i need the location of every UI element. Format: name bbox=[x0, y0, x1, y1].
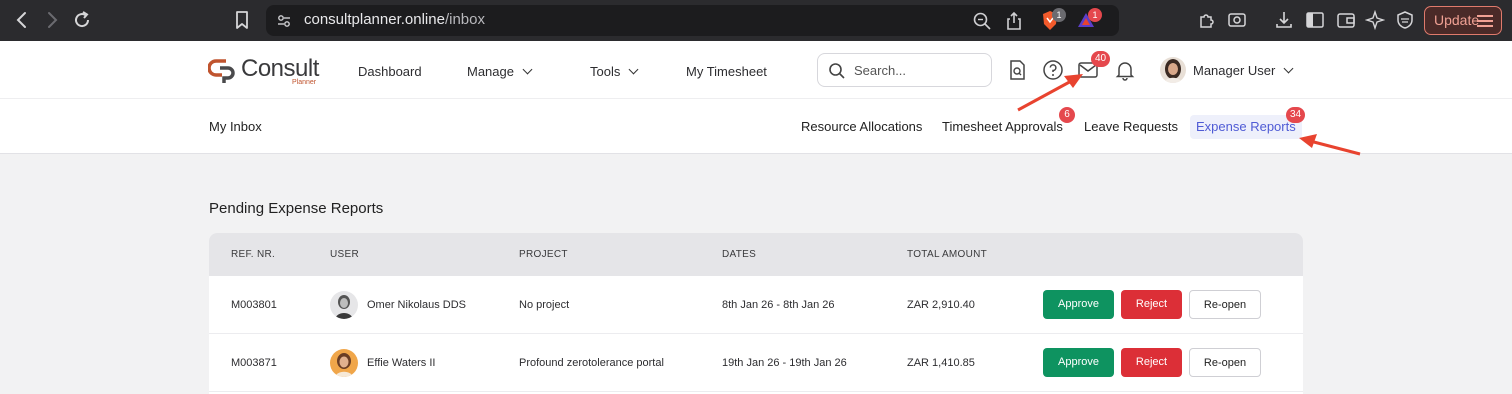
tab-timesheet-label: Timesheet Approvals bbox=[942, 119, 1063, 134]
cell-amount: ZAR 1,410.85 bbox=[907, 357, 975, 369]
logo-subtext: Planner bbox=[292, 79, 317, 86]
cell-ref: M003801 bbox=[231, 299, 277, 311]
address-bar[interactable]: consultplanner.online/inbox 1 1 bbox=[266, 5, 1119, 36]
reload-icon[interactable] bbox=[70, 8, 94, 32]
cell-amount: ZAR 2,910.40 bbox=[907, 299, 975, 311]
search-box[interactable] bbox=[817, 53, 992, 87]
nav-manage[interactable]: Manage bbox=[467, 64, 533, 79]
chevron-down-icon bbox=[628, 64, 639, 75]
browser-toolbar: consultplanner.online/inbox 1 1 Update bbox=[0, 0, 1512, 41]
tab-expense-label: Expense Reports bbox=[1196, 119, 1296, 134]
reject-button[interactable]: Reject bbox=[1121, 348, 1182, 377]
cell-project: Profound zerotolerance portal bbox=[519, 357, 664, 369]
bell-icon[interactable] bbox=[1114, 59, 1136, 81]
timesheet-badge: 6 bbox=[1059, 107, 1075, 123]
update-label: Update bbox=[1434, 12, 1480, 28]
reject-button[interactable]: Reject bbox=[1121, 290, 1182, 319]
cell-dates: 19th Jan 26 - 19th Jan 26 bbox=[722, 357, 847, 369]
cell-user: Omer Nikolaus DDS bbox=[367, 299, 467, 311]
chevron-down-icon bbox=[1283, 63, 1294, 74]
app-header: Consult Planner Dashboard Manage Tools M… bbox=[0, 41, 1512, 99]
table-header: REF. NR. USER PROJECT DATES TOTAL AMOUNT bbox=[209, 233, 1303, 276]
approve-button[interactable]: Approve bbox=[1043, 348, 1114, 377]
tab-leave-requests[interactable]: Leave Requests bbox=[1084, 119, 1178, 134]
help-icon[interactable] bbox=[1042, 59, 1064, 81]
tab-leave-label: Leave Requests bbox=[1084, 119, 1178, 134]
logo[interactable]: Consult Planner bbox=[208, 55, 328, 86]
reopen-button[interactable]: Re-open bbox=[1189, 348, 1261, 377]
expense-badge: 34 bbox=[1286, 107, 1306, 123]
consult-logo-icon bbox=[208, 59, 235, 83]
reopen-button[interactable]: Re-open bbox=[1189, 290, 1261, 319]
cell-user: Effie Waters II bbox=[367, 357, 436, 369]
wallet-icon[interactable] bbox=[1336, 10, 1356, 30]
menu-icon bbox=[1477, 15, 1493, 27]
user-avatar bbox=[330, 291, 358, 319]
brave-badge: 1 bbox=[1052, 8, 1066, 22]
brave-shields-icon[interactable]: 1 bbox=[1040, 8, 1066, 30]
tab-expense-reports[interactable]: Expense Reports 34 bbox=[1190, 107, 1306, 139]
cell-project: No project bbox=[519, 299, 570, 311]
update-button[interactable]: Update bbox=[1424, 6, 1502, 35]
leo-ai-icon[interactable] bbox=[1364, 9, 1386, 31]
site-settings-icon[interactable] bbox=[276, 13, 292, 29]
url-host: consultplanner.online bbox=[304, 11, 445, 28]
tab-resource-allocations[interactable]: Resource Allocations bbox=[801, 119, 922, 134]
url-text: consultplanner.online/inbox bbox=[304, 11, 485, 28]
search-icon bbox=[828, 62, 846, 80]
bookmark-icon[interactable] bbox=[232, 9, 252, 31]
header-dates: DATES bbox=[722, 249, 757, 260]
section-title: Pending Expense Reports bbox=[209, 200, 384, 217]
sidebar-icon[interactable] bbox=[1305, 10, 1325, 30]
download-icon[interactable] bbox=[1274, 10, 1294, 30]
cell-ref: M003871 bbox=[231, 357, 277, 369]
nav-dashboard[interactable]: Dashboard bbox=[358, 64, 422, 79]
share-icon[interactable] bbox=[1004, 11, 1024, 31]
table-row: M003871 Effie Waters II Profound zerotol… bbox=[209, 334, 1303, 392]
rewards-badge: 1 bbox=[1088, 8, 1102, 22]
brave-rewards-icon[interactable]: 1 bbox=[1076, 8, 1102, 30]
screenshot-icon[interactable] bbox=[1227, 10, 1247, 30]
mail-badge: 40 bbox=[1091, 51, 1111, 67]
chevron-down-icon bbox=[522, 64, 533, 75]
tab-resource-label: Resource Allocations bbox=[801, 119, 923, 134]
nav-manage-label: Manage bbox=[467, 64, 514, 79]
nav-my-timesheet[interactable]: My Timesheet bbox=[686, 64, 767, 79]
user-avatar bbox=[330, 349, 358, 377]
nav-timesheet-label: My Timesheet bbox=[686, 64, 767, 79]
table-row: M003801 Omer Nikolaus DDS No project 8th… bbox=[209, 276, 1303, 334]
cell-dates: 8th Jan 26 - 8th Jan 26 bbox=[722, 299, 835, 311]
approve-button[interactable]: Approve bbox=[1043, 290, 1114, 319]
user-name: Manager User bbox=[1193, 63, 1276, 78]
forward-icon[interactable] bbox=[40, 8, 64, 32]
page-title: My Inbox bbox=[209, 119, 262, 134]
nav-tools[interactable]: Tools bbox=[590, 64, 639, 79]
user-avatar[interactable] bbox=[1160, 57, 1186, 83]
header-total: TOTAL AMOUNT bbox=[907, 249, 988, 260]
header-user: USER bbox=[330, 249, 359, 260]
tab-timesheet-approvals[interactable]: Timesheet Approvals 6 bbox=[942, 107, 1075, 134]
mail-icon[interactable]: 40 bbox=[1077, 51, 1111, 81]
header-project: PROJECT bbox=[519, 249, 568, 260]
document-search-icon[interactable] bbox=[1006, 59, 1028, 81]
user-menu[interactable]: Manager User bbox=[1193, 63, 1294, 78]
inbox-subnav: My Inbox Resource Allocations Timesheet … bbox=[0, 99, 1512, 154]
nav-dashboard-label: Dashboard bbox=[358, 64, 422, 79]
vpn-icon[interactable] bbox=[1395, 10, 1415, 30]
back-icon[interactable] bbox=[10, 8, 34, 32]
url-path: /inbox bbox=[444, 11, 485, 28]
search-input[interactable] bbox=[854, 60, 984, 80]
header-ref: REF. NR. bbox=[231, 249, 276, 260]
expense-table: REF. NR. USER PROJECT DATES TOTAL AMOUNT… bbox=[209, 233, 1303, 394]
extensions-icon[interactable] bbox=[1197, 10, 1217, 30]
nav-tools-label: Tools bbox=[590, 64, 621, 79]
zoom-icon[interactable] bbox=[972, 11, 992, 31]
